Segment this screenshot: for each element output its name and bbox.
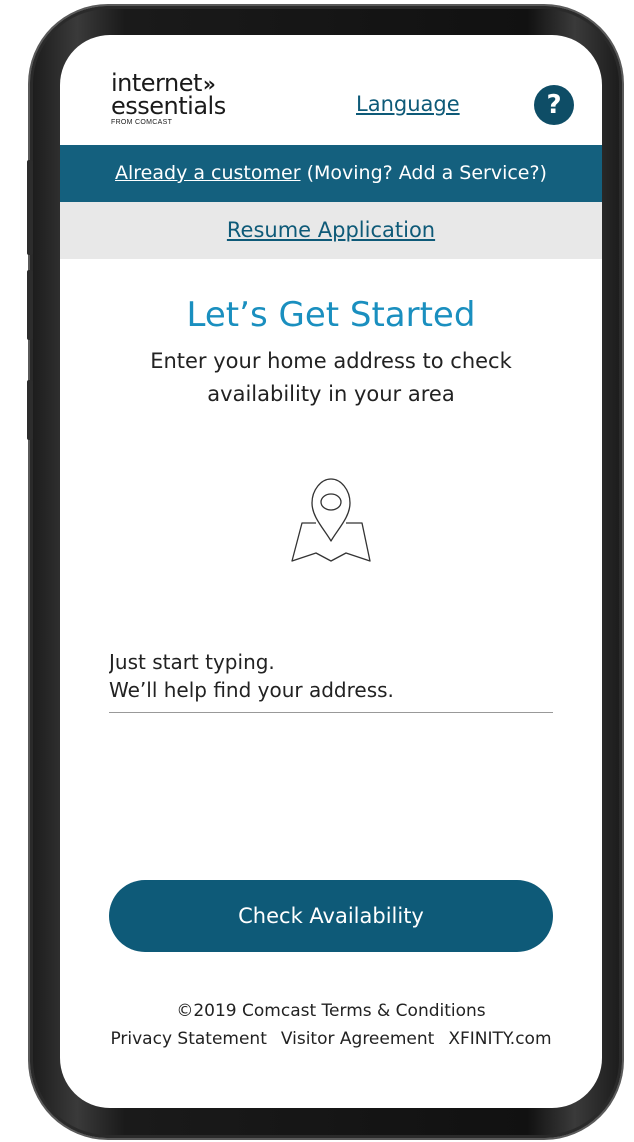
moving-add-service-text: (Moving? Add a Service?) — [300, 162, 547, 184]
terms-conditions-link[interactable]: Terms & Conditions — [322, 1001, 486, 1021]
phone-side-button — [27, 380, 33, 440]
page-subtitle: Enter your home address to check availab… — [150, 349, 512, 406]
resume-application-banner: Resume Application — [60, 202, 602, 259]
internet-essentials-logo[interactable]: internet» essentials FROM COMCAST — [111, 71, 261, 132]
address-input[interactable] — [109, 648, 553, 710]
footer-links: Privacy Statement Visitor Agreement XFINIT… — [60, 1029, 602, 1049]
xfinity-link[interactable]: XFINITY.com — [448, 1029, 551, 1049]
resume-application-link[interactable]: Resume Application — [227, 218, 435, 242]
address-field-wrapper — [109, 648, 553, 713]
map-pin-icon — [291, 478, 371, 562]
logo-text-essentials: essentials — [111, 92, 226, 120]
language-link[interactable]: Language — [356, 92, 460, 116]
page-title: Let’s Get Started — [186, 295, 476, 335]
phone-side-button — [27, 270, 33, 340]
copyright-text: ©2019 Comcast — [176, 1001, 317, 1021]
check-availability-button[interactable]: Check Availability — [109, 880, 553, 952]
privacy-statement-link[interactable]: Privacy Statement — [110, 1029, 266, 1049]
app-screen: internet» essentials FROM COMCAST Langua… — [60, 35, 602, 1108]
help-glyph: ? — [546, 90, 562, 120]
existing-customer-banner: Already a customer (Moving? Add a Servic… — [60, 145, 602, 202]
logo-text-from-comcast: FROM COMCAST — [111, 119, 173, 126]
already-a-customer-link[interactable]: Already a customer — [115, 162, 301, 184]
help-icon[interactable]: ? — [534, 85, 574, 125]
visitor-agreement-link[interactable]: Visitor Agreement — [281, 1029, 434, 1049]
header: internet» essentials FROM COMCAST Langua… — [60, 35, 602, 145]
phone-side-button — [27, 160, 33, 255]
footer-copyright-line: ©2019 Comcast Terms & Conditions — [60, 1001, 602, 1021]
